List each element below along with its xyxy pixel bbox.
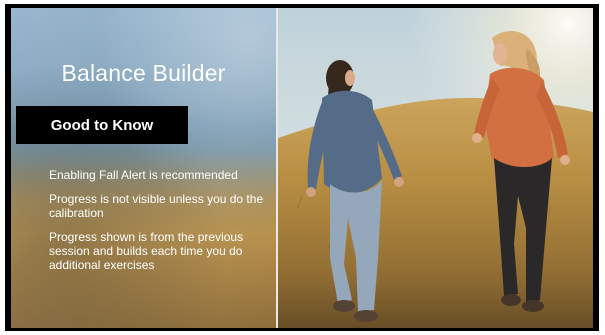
slide: Balance Builder Good to Know Enabling Fa… [5,4,599,331]
hero-photo [278,8,593,328]
walking-women-image [278,8,593,328]
bullet-item: Progress shown is from the previous sess… [49,230,244,272]
left-panel: Balance Builder Good to Know Enabling Fa… [11,8,276,328]
subtitle-text: Good to Know [50,116,154,134]
bullet-item: Enabling Fall Alert is recommended [49,168,238,182]
bullet-item: Progress is not visible unless you do th… [49,192,264,220]
subtitle-banner: Good to Know [16,106,188,144]
slide-title: Balance Builder [61,60,226,86]
bullet-list: Enabling Fall Alert is recommended Progr… [49,168,274,282]
